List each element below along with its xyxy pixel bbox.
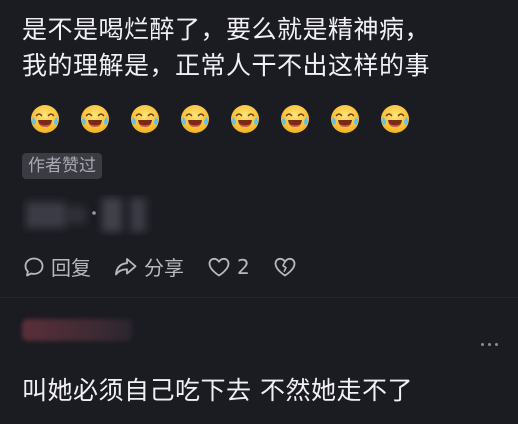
heart-outline-icon (208, 257, 230, 276)
laughing-tears-emoji-icon (181, 105, 209, 133)
more-dot (495, 343, 498, 346)
share-arrow-icon (115, 257, 137, 275)
laughing-tears-emoji-icon (81, 105, 109, 133)
laughing-tears-emoji-icon (31, 105, 59, 133)
comment-line: 我的理解是，正常人干不出这样的事 (22, 51, 431, 80)
broken-heart-icon (274, 257, 296, 276)
laughing-tears-emoji-icon (131, 105, 159, 133)
like-button[interactable]: 2 (206, 255, 250, 279)
laughing-tears-emoji-icon (231, 105, 259, 133)
action-bar: 回复 分享 2 (22, 252, 325, 281)
comment-line: 是不是喝烂醉了，要么就是精神病， (22, 15, 431, 44)
laughing-tears-emoji-icon (331, 105, 359, 133)
share-button[interactable]: 分享 (113, 252, 184, 281)
laughing-tears-emoji-icon (281, 105, 309, 133)
speech-bubble-icon (24, 257, 44, 276)
dislike-button[interactable] (272, 255, 303, 279)
reply-button[interactable]: 回复 (22, 252, 91, 281)
blurred-username[interactable] (22, 319, 132, 341)
more-options-button[interactable] (481, 343, 498, 346)
reply-label: 回复 (51, 256, 91, 280)
share-label: 分享 (144, 256, 184, 280)
more-dot (488, 343, 491, 346)
emoji-row (30, 104, 410, 134)
more-dot (481, 343, 484, 346)
laughing-tears-emoji-icon (381, 105, 409, 133)
divider (0, 297, 518, 298)
reply-text: 叫她必须自己吃下去 不然她走不了 (22, 376, 413, 405)
like-count: 2 (237, 254, 250, 279)
comment-text: 是不是喝烂醉了，要么就是精神病， 我的理解是，正常人干不出这样的事 (22, 12, 512, 84)
blurred-meta (26, 198, 146, 232)
author-liked-badge: 作者赞过 (22, 153, 102, 179)
